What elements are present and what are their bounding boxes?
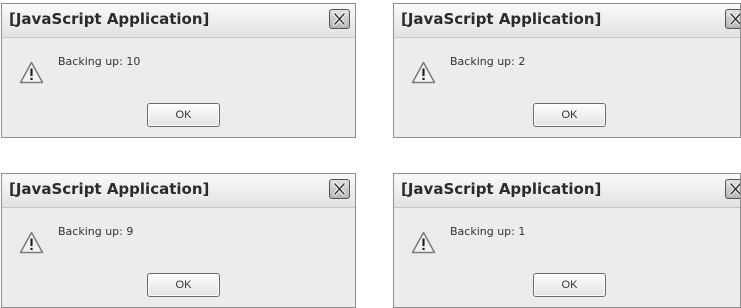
close-icon	[729, 182, 740, 196]
ok-button[interactable]: OK	[147, 273, 220, 297]
title-bar[interactable]: [JavaScript Application]	[2, 174, 355, 208]
warning-icon	[19, 231, 44, 254]
dialog-title: [JavaScript Application]	[401, 10, 602, 28]
title-bar[interactable]: [JavaScript Application]	[394, 4, 740, 38]
alert-dialog: [JavaScript Application] Backing up: 2 O…	[393, 3, 741, 138]
alert-dialog: [JavaScript Application] Backing up: 10 …	[1, 3, 356, 138]
close-button[interactable]	[329, 179, 350, 199]
ok-button[interactable]: OK	[147, 103, 220, 127]
warning-icon	[19, 61, 44, 84]
alert-dialog: [JavaScript Application] Backing up: 1 O…	[393, 173, 741, 308]
dialog-message: Backing up: 10	[58, 55, 141, 68]
dialog-message: Backing up: 9	[58, 225, 134, 238]
dialog-title: [JavaScript Application]	[9, 10, 210, 28]
close-icon	[729, 12, 740, 26]
close-button[interactable]	[725, 179, 740, 199]
close-icon	[333, 182, 346, 196]
alert-dialog: [JavaScript Application] Backing up: 9 O…	[1, 173, 356, 308]
ok-button[interactable]: OK	[533, 103, 606, 127]
dialog-title: [JavaScript Application]	[9, 180, 210, 198]
close-button[interactable]	[725, 9, 740, 29]
close-icon	[333, 12, 346, 26]
dialog-message: Backing up: 1	[450, 225, 526, 238]
title-bar[interactable]: [JavaScript Application]	[394, 174, 740, 208]
dialog-message: Backing up: 2	[450, 55, 526, 68]
ok-button[interactable]: OK	[533, 273, 606, 297]
warning-icon	[411, 231, 436, 254]
dialog-title: [JavaScript Application]	[401, 180, 602, 198]
title-bar[interactable]: [JavaScript Application]	[2, 4, 355, 38]
close-button[interactable]	[329, 9, 350, 29]
warning-icon	[411, 61, 436, 84]
